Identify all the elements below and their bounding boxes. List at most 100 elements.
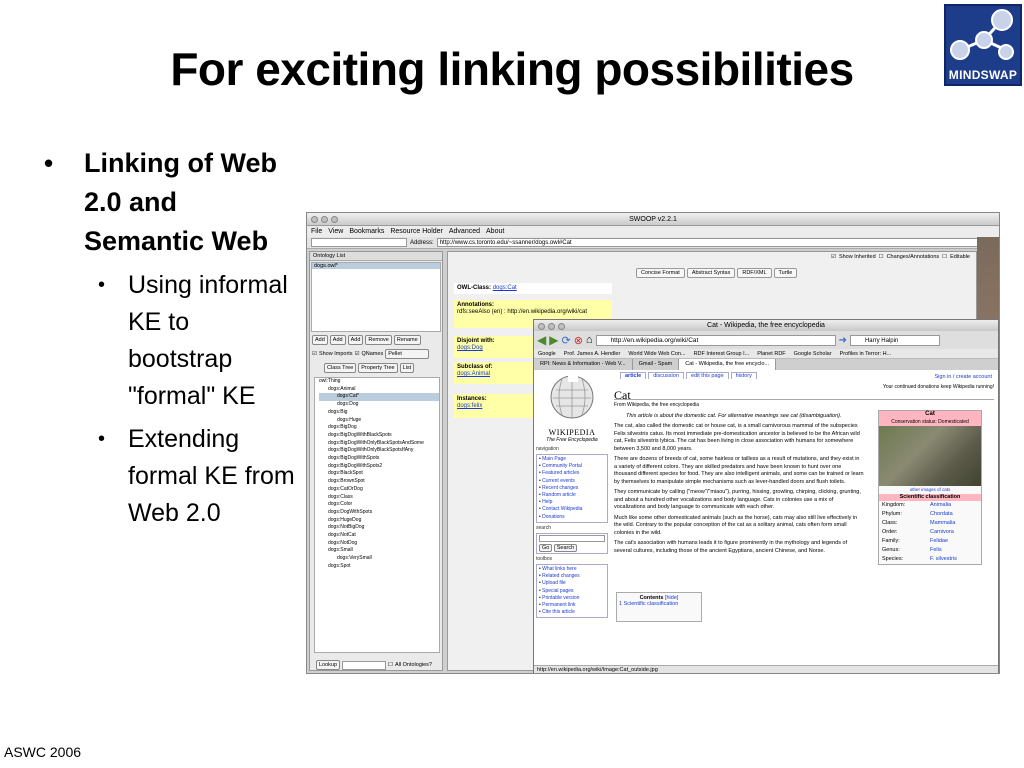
reasoner-select[interactable]: Pellet	[385, 349, 430, 359]
tree-item[interactable]: dogs:Big	[319, 409, 439, 417]
owl-class-link[interactable]: dogs:Cat	[493, 285, 517, 291]
contents-item[interactable]: 1 Scientific classification	[619, 601, 699, 607]
sidebar-link[interactable]: • Permanent link	[539, 602, 605, 609]
add-button[interactable]: Add	[347, 335, 364, 345]
add-button[interactable]: Add	[329, 335, 346, 345]
menu-file[interactable]: File	[311, 226, 322, 237]
taxonomy-value[interactable]: Animalia	[930, 501, 951, 510]
url-input[interactable]: http://en.wikipedia.org/wiki/Cat	[595, 334, 836, 346]
sidebar-link[interactable]: • Cite this article	[539, 609, 605, 616]
tab-gmail[interactable]: Gmail - Spam	[633, 359, 680, 370]
bookmark-google[interactable]: Google	[538, 349, 556, 358]
tree-item[interactable]: dogs:BrownSpot	[319, 478, 439, 486]
go-button[interactable]: Go	[539, 543, 553, 552]
tree-item[interactable]: dogs:Class	[319, 494, 439, 502]
tab-property-tree[interactable]: Property Tree	[358, 363, 398, 373]
taxonomy-value[interactable]: Chordata	[930, 510, 953, 519]
address-input[interactable]: http://www.cs.toronto.edu/~ssanner/dogs.…	[436, 238, 995, 247]
zoom-icon[interactable]	[558, 323, 565, 330]
history-dropdown[interactable]	[311, 238, 407, 247]
search-button[interactable]: Search	[553, 543, 578, 552]
tab-class-tree[interactable]: Class Tree	[324, 363, 357, 373]
bookmark-www[interactable]: World Wide Web Con...	[628, 349, 685, 358]
tree-item[interactable]: dogs:NotBigDog	[319, 524, 439, 532]
tree-item[interactable]: dogs:BigDogWithBlackSpots	[319, 432, 439, 440]
ontology-item[interactable]: dogs.owl*	[312, 263, 440, 269]
lookup-button[interactable]: Lookup	[316, 660, 341, 670]
tree-item[interactable]: dogs:HugeDog	[319, 517, 439, 525]
sidebar-link[interactable]: • Upload file	[539, 580, 605, 587]
checkbox-icon[interactable]: ☐	[388, 662, 393, 668]
ontology-list[interactable]: dogs.owl*	[311, 262, 441, 332]
tree-item[interactable]: dogs:Spot	[319, 563, 439, 571]
tree-item[interactable]: dogs:VerySmall	[319, 555, 439, 563]
checkbox-checked-icon[interactable]: ☑	[355, 351, 360, 357]
remove-button[interactable]: Remove	[365, 335, 392, 345]
checkbox-checked-icon[interactable]: ☑	[831, 254, 836, 260]
menu-view[interactable]: View	[328, 226, 343, 237]
taxonomy-value[interactable]: Carnivora	[930, 528, 954, 537]
forward-arrow-icon[interactable]: ▶	[549, 333, 558, 347]
tree-item[interactable]: dogs:Dog	[319, 401, 439, 409]
checkbox-icon[interactable]: ☐	[879, 254, 884, 260]
taxonomy-value[interactable]: Felidae	[930, 537, 948, 546]
tree-item[interactable]: dogs:DogWithSpots	[319, 509, 439, 517]
bookmark-profiles[interactable]: Profiles in Terror: H...	[840, 349, 892, 358]
tree-item[interactable]: dogs:NotCat	[319, 532, 439, 540]
bookmark-hendler[interactable]: Prof. James A. Hendler	[564, 349, 621, 358]
sidebar-link[interactable]: • Main Page	[539, 456, 605, 463]
reload-icon[interactable]: ⟳	[561, 334, 570, 347]
tab-rpi[interactable]: RPI: News & Information - Web V...	[534, 359, 633, 370]
tree-item[interactable]: dogs:Huge	[319, 417, 439, 425]
sidebar-link[interactable]: • Community Portal	[539, 463, 605, 470]
tab-rdf-xml[interactable]: RDF/XML	[737, 268, 772, 278]
tree-item[interactable]: dogs:BigDog	[319, 424, 439, 432]
tree-item[interactable]: dogs:BlackSpot	[319, 470, 439, 478]
taxonomy-value[interactable]: F. silvestris	[930, 555, 957, 564]
lookup-input[interactable]	[342, 660, 387, 670]
sidebar-link[interactable]: • Related changes	[539, 573, 605, 580]
menu-about[interactable]: About	[486, 226, 504, 237]
sidebar-link[interactable]: • Special pages	[539, 588, 605, 595]
bookmark-rdf[interactable]: RDF Interest Group I...	[694, 349, 750, 358]
other-images-link[interactable]: other images of cats	[879, 486, 981, 494]
sidebar-link[interactable]: • Contact Wikipedia	[539, 506, 605, 513]
back-arrow-icon[interactable]: ◀	[537, 333, 546, 347]
tree-item[interactable]: owl:Thing	[319, 378, 439, 386]
sidebar-link[interactable]: • What links here	[539, 566, 605, 573]
close-icon[interactable]	[311, 216, 318, 223]
minimize-icon[interactable]	[548, 323, 555, 330]
sidebar-link[interactable]: • Featured articles	[539, 470, 605, 477]
home-icon[interactable]: ⌂	[586, 334, 593, 346]
tree-item[interactable]: dogs:BigDogWithSpots	[319, 455, 439, 463]
subclass-link[interactable]: dogs:Animal	[457, 371, 490, 377]
sidebar-link[interactable]: • Random article	[539, 492, 605, 499]
zoom-icon[interactable]	[331, 216, 338, 223]
taxonomy-value[interactable]: Felis	[930, 546, 942, 555]
tab-abstract-syntax[interactable]: Abstract Syntax	[686, 268, 736, 278]
tree-item[interactable]: dogs:BigDogWithOnlyBlackSpotsAndSome	[319, 440, 439, 448]
tree-item[interactable]: dogs:Color	[319, 501, 439, 509]
sidebar-link[interactable]: • Help	[539, 499, 605, 506]
tree-item[interactable]: dogs:Animal	[319, 386, 439, 394]
search-input[interactable]: Harry Halpin	[849, 334, 940, 346]
checkbox-checked-icon[interactable]: ☑	[312, 351, 317, 357]
menu-resource-holder[interactable]: Resource Holder	[390, 226, 443, 237]
tree-item[interactable]: dogs:BigDogWithSpots2	[319, 463, 439, 471]
rename-button[interactable]: Rename	[393, 335, 421, 345]
cat-photo[interactable]	[879, 426, 981, 486]
instances-link[interactable]: dogs:felix	[457, 403, 482, 409]
tree-item[interactable]: dogs:Small	[319, 547, 439, 555]
add-button[interactable]: Add	[312, 335, 328, 345]
sidebar-link[interactable]: • Donations	[539, 514, 605, 521]
bookmark-planet-rdf[interactable]: Planet RDF	[757, 349, 785, 358]
menu-bookmarks[interactable]: Bookmarks	[349, 226, 384, 237]
tree-item[interactable]: dogs:BigDogWithOnlyBlackSpotsIfAny	[319, 447, 439, 455]
checkbox-icon[interactable]: ☐	[942, 254, 947, 260]
sidebar-link[interactable]: • Printable version	[539, 595, 605, 602]
tab-list[interactable]: List	[399, 363, 415, 373]
wiki-search-input[interactable]	[539, 534, 605, 542]
taxonomy-value[interactable]: Mammalia	[930, 519, 955, 528]
close-icon[interactable]	[538, 323, 545, 330]
bookmark-scholar[interactable]: Google Scholar	[794, 349, 832, 358]
